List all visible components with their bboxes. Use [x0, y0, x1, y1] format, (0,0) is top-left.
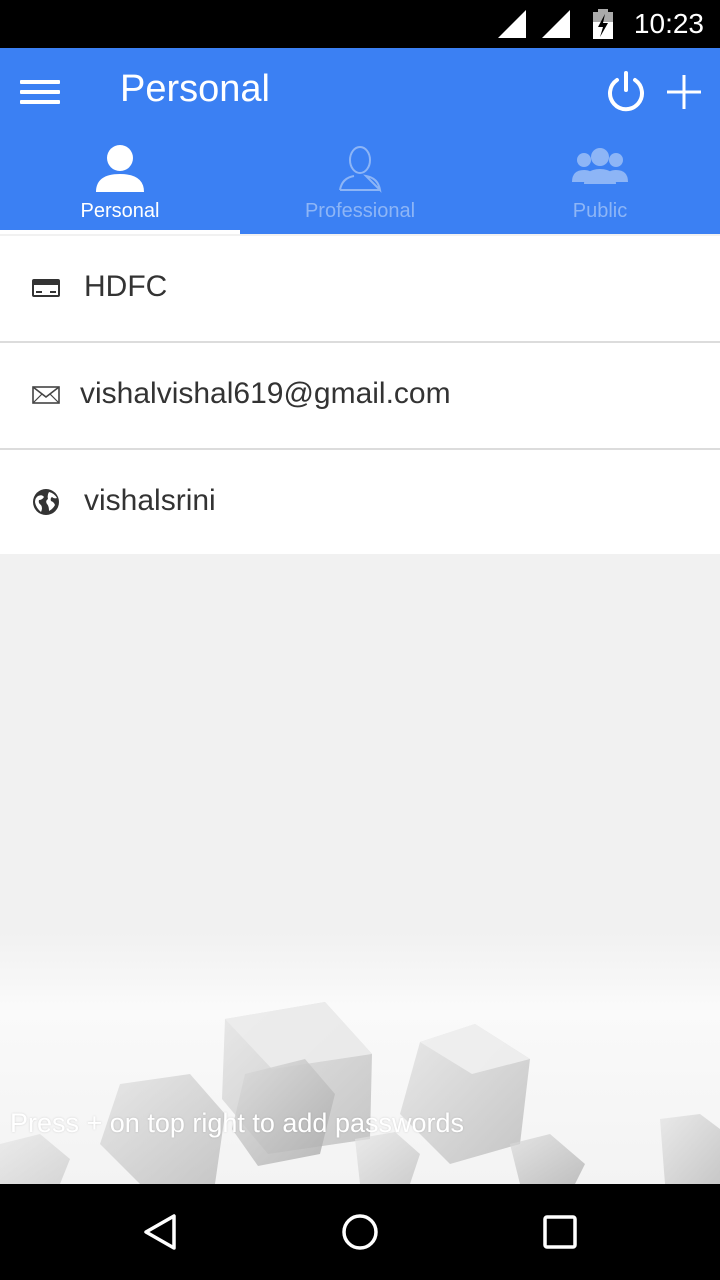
navigation-bar [0, 1184, 720, 1280]
tab-label: Personal [80, 200, 160, 222]
app-bar: Personal Personal Professional Public [0, 48, 720, 234]
menu-icon [20, 80, 60, 84]
back-icon[interactable] [140, 1212, 180, 1252]
password-list: HDFC vishalvishal619@gmail.com vishalsri… [0, 236, 720, 557]
tab-indicator [0, 230, 240, 234]
status-bar: 10:23 [0, 0, 720, 48]
tab-professional[interactable]: Professional [240, 144, 480, 234]
tab-label: Professional [304, 200, 416, 222]
background-illustration [0, 554, 720, 1184]
person-outline-icon [339, 146, 382, 193]
signal-icon [498, 10, 526, 38]
list-item[interactable]: HDFC [0, 236, 720, 343]
entry-label: vishalsrini [84, 484, 216, 517]
power-icon [608, 71, 644, 112]
globe-icon [33, 489, 59, 515]
signal-icon-2 [542, 10, 570, 38]
menu-button[interactable] [14, 72, 66, 112]
home-icon[interactable] [340, 1212, 380, 1252]
tab-label: Public [572, 200, 628, 222]
recents-icon[interactable] [540, 1212, 580, 1252]
cubes-illustration [0, 1002, 720, 1184]
group-icon [572, 148, 628, 184]
list-item[interactable]: vishalsrini [0, 450, 720, 557]
plus-icon [667, 75, 701, 109]
tab-public[interactable]: Public [480, 144, 720, 234]
person-icon [96, 145, 144, 192]
clock: 10:23 [633, 8, 704, 39]
mail-icon [32, 386, 60, 404]
logout-button[interactable] [602, 68, 650, 116]
category-tabs: Personal Professional Public [0, 144, 720, 234]
menu-icon-bar [20, 100, 60, 104]
empty-hint-text: Press + on top right to add passwords [10, 1108, 465, 1138]
menu-icon-bar [20, 90, 60, 94]
credit-card-icon [32, 279, 60, 297]
page-title: Personal [120, 68, 270, 110]
tab-personal[interactable]: Personal [0, 144, 240, 234]
add-password-button[interactable] [664, 72, 704, 112]
entry-label: vishalvishal619@gmail.com [80, 377, 451, 410]
entry-label: HDFC [84, 270, 168, 303]
battery-charging-icon [593, 9, 613, 39]
list-item[interactable]: vishalvishal619@gmail.com [0, 343, 720, 450]
